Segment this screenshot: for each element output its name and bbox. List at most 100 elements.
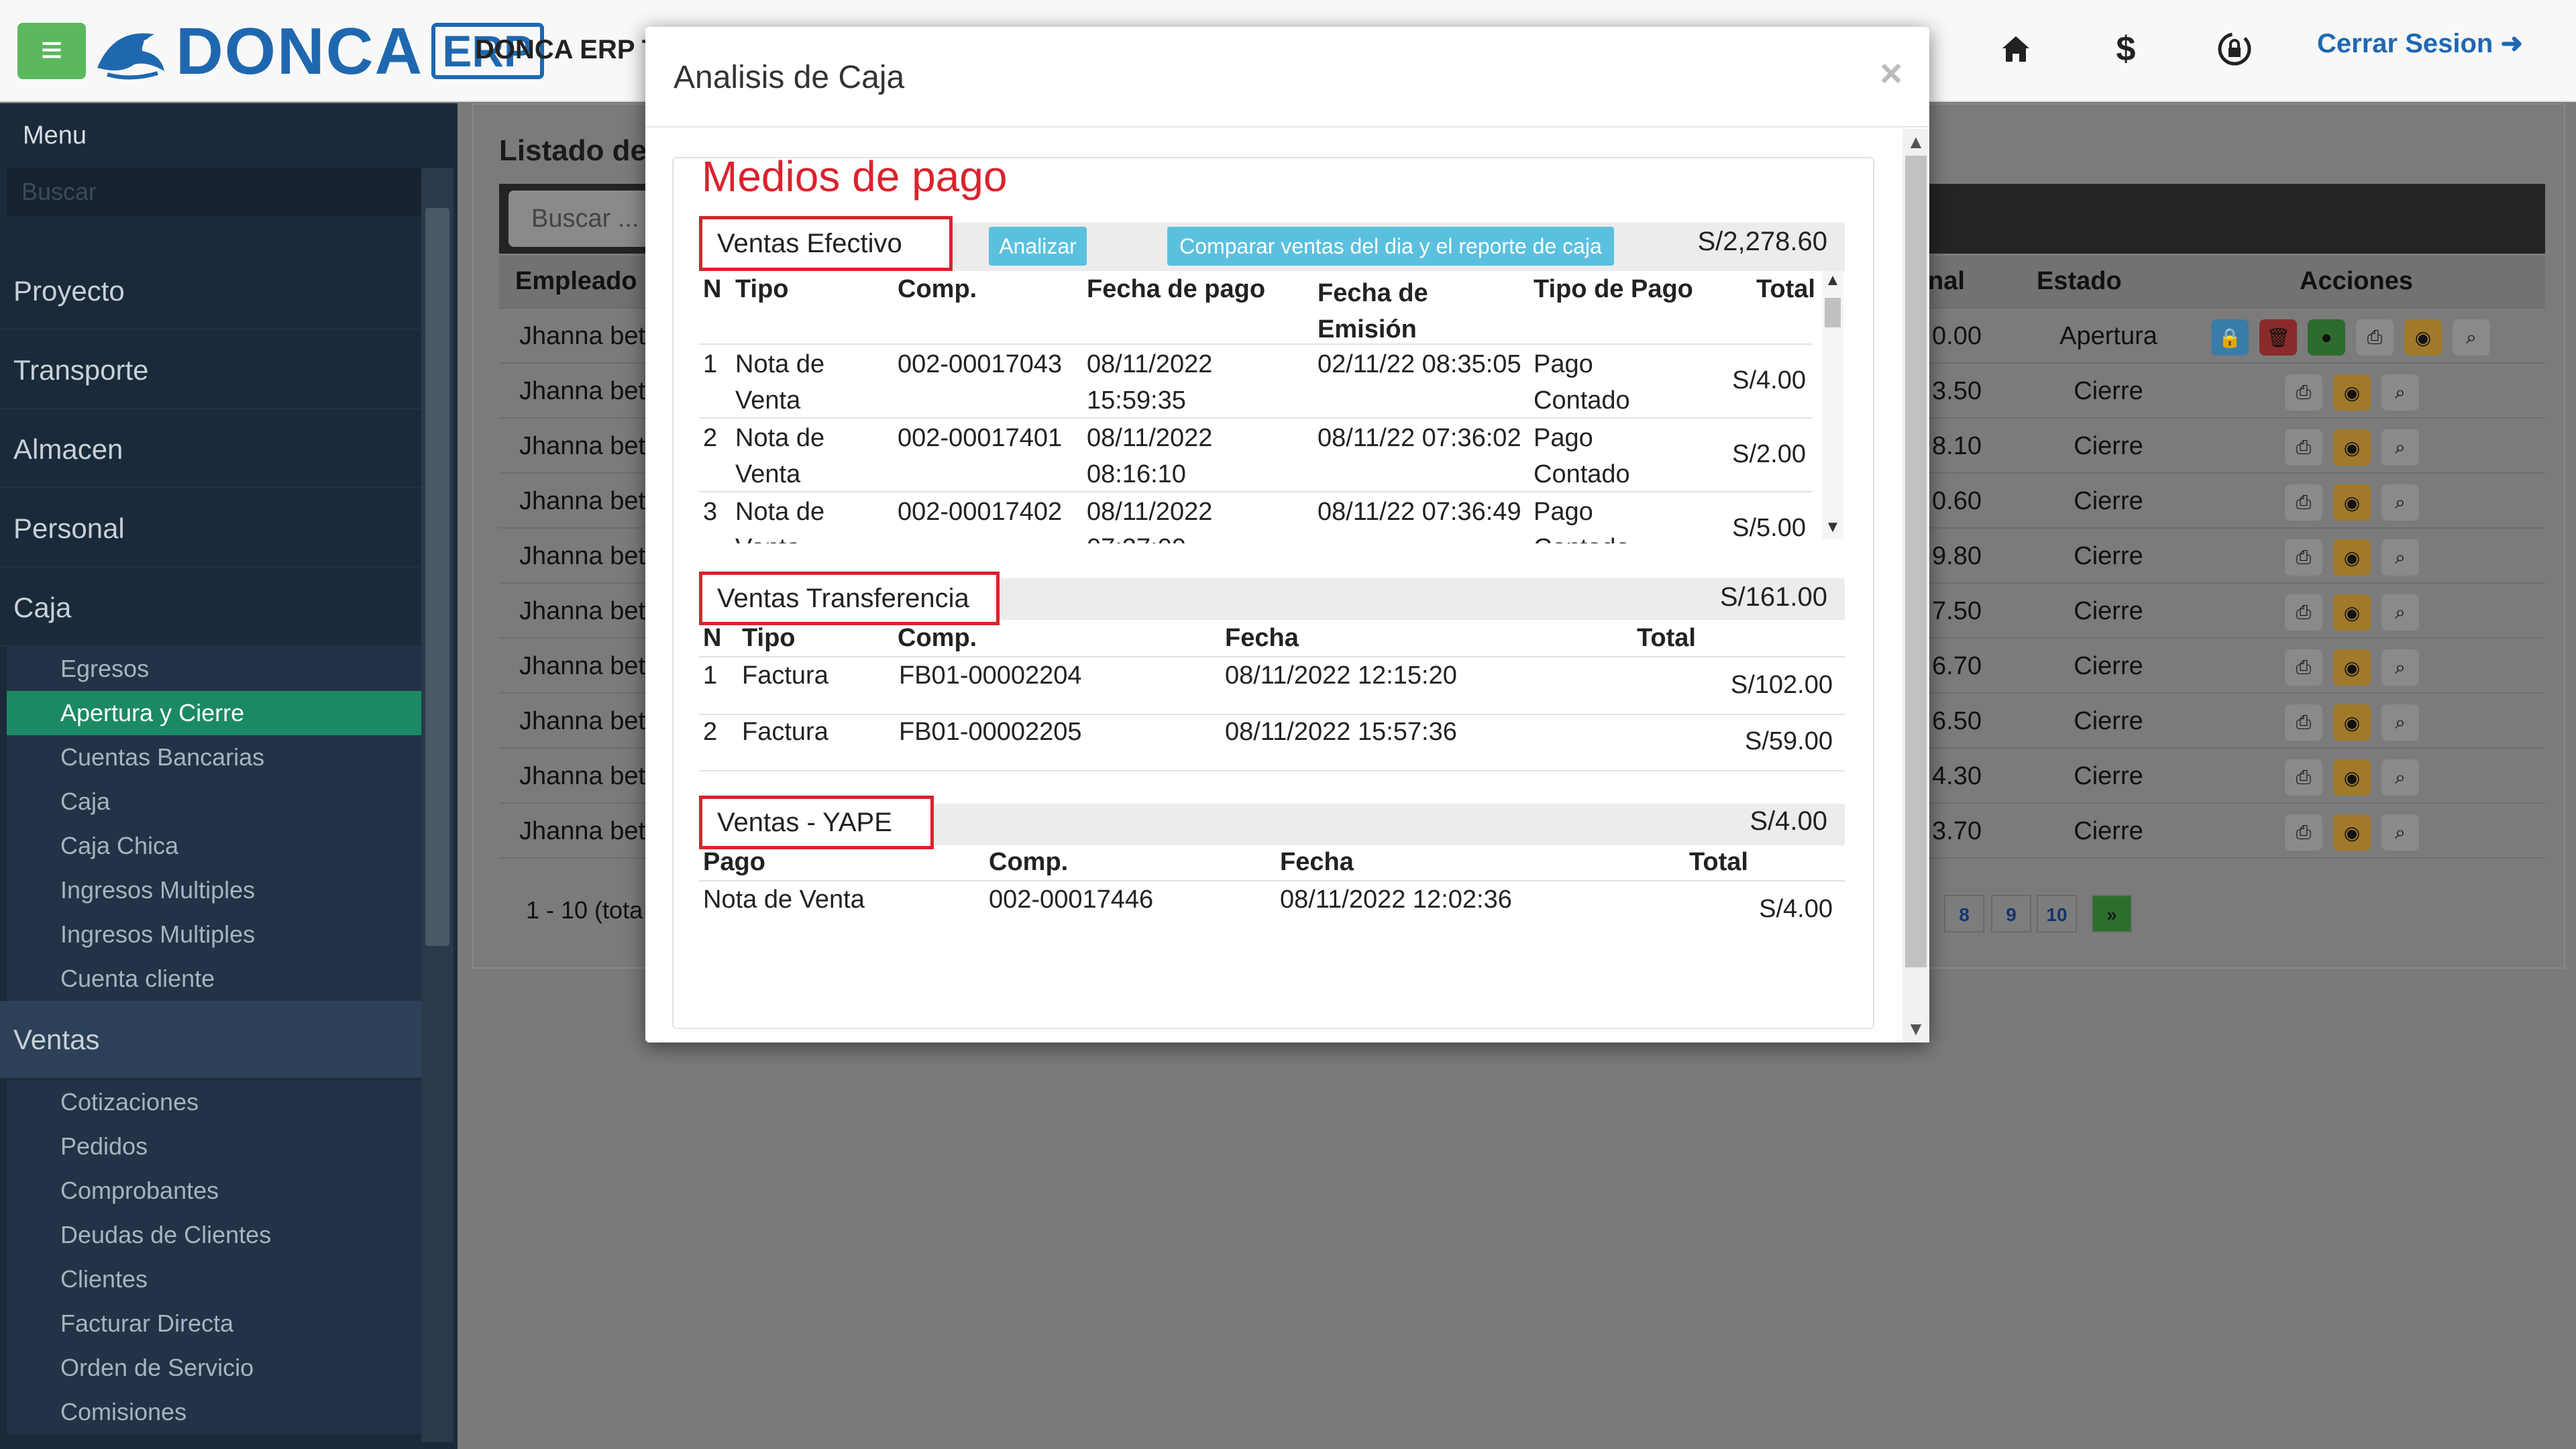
print-icon[interactable]: ⎙ <box>2285 484 2322 521</box>
cell-n: 2 <box>703 424 718 452</box>
sidebar-subitem-cuenta-cliente[interactable]: Cuenta cliente <box>7 957 421 1001</box>
efectivo-scroll-up-icon[interactable]: ▲ <box>1822 271 1843 292</box>
close-icon[interactable]: × <box>1880 51 1902 96</box>
cell-final: 0.60 <box>1932 487 1982 515</box>
yape-th-total: Total <box>1689 848 1748 876</box>
cell-comp: FB01-00002204 <box>899 661 1082 690</box>
search-icon[interactable]: ⌕ <box>2381 759 2419 796</box>
page-next-button[interactable]: » <box>2092 895 2132 932</box>
sidebar-subitem-ingresos-multiples[interactable]: Ingresos Multiples <box>7 868 421 912</box>
menu-toggle-button[interactable]: ≡ <box>17 23 86 79</box>
page-button-10[interactable]: 10 <box>2037 895 2077 932</box>
search-icon[interactable]: ⌕ <box>2381 429 2419 466</box>
page-button-8[interactable]: 8 <box>1944 895 1984 932</box>
eye-icon[interactable]: ◉ <box>2333 374 2371 411</box>
logout-link[interactable]: Cerrar Sesion ➜ <box>2317 28 2523 59</box>
cell-final: 6.70 <box>1932 652 1982 680</box>
sidebar-item-personal[interactable]: Personal <box>0 490 421 568</box>
sidebar-subitem-cuentas-bancarias[interactable]: Cuentas Bancarias <box>7 735 421 780</box>
th-empleado: Empleado <box>515 267 637 295</box>
ventas-yape-label: Ventas - YAPE <box>699 796 934 849</box>
print-icon[interactable]: ⎙ <box>2285 374 2322 411</box>
cell-total: S/5.00 <box>1732 514 1806 542</box>
app-title: DONCA ERP T <box>475 35 659 64</box>
sidebar-subitem-facturar-directa[interactable]: Facturar Directa <box>7 1301 421 1346</box>
sidebar-subitem-apertura-cierre[interactable]: Apertura y Cierre <box>7 691 421 735</box>
sidebar-subitem-ingresos-multiples-2[interactable]: Ingresos Multiples <box>7 912 421 957</box>
dollar-icon[interactable]: $ <box>2102 25 2149 72</box>
sidebar-subitem-egresos[interactable]: Egresos <box>7 647 421 691</box>
pagination-info: 1 - 10 (tota <box>526 896 643 924</box>
cell-pago: Nota de Venta <box>703 885 865 914</box>
home-icon[interactable] <box>1992 25 2039 72</box>
sidebar-subitem-comisiones[interactable]: Comisiones <box>7 1390 421 1434</box>
sidebar-subitem-clientes[interactable]: Clientes <box>7 1257 421 1301</box>
sidebar-subitem-pedidos[interactable]: Pedidos <box>7 1124 421 1169</box>
search-icon[interactable]: ⌕ <box>2381 594 2419 631</box>
sidebar-scrollbar[interactable] <box>421 168 453 1442</box>
cell-final: 0.00 <box>1932 322 1982 350</box>
sidebar-subitem-deudas-clientes[interactable]: Deudas de Clientes <box>7 1213 421 1257</box>
print-icon[interactable]: ⎙ <box>2285 539 2322 576</box>
piggy-bank-icon[interactable]: ● <box>2308 319 2345 356</box>
cell-empleado: Jhanna bet <box>519 707 646 735</box>
print-icon[interactable]: ⎙ <box>2285 594 2322 631</box>
th-estado: Estado <box>2037 267 2122 295</box>
sidebar-item-proyecto[interactable]: Proyecto <box>0 252 421 330</box>
sidebar-subitem-cotizaciones[interactable]: Cotizaciones <box>7 1080 421 1124</box>
sidebar-subitem-comprobantes[interactable]: Comprobantes <box>7 1169 421 1213</box>
sidebar-subitem-caja-chica[interactable]: Caja Chica <box>7 824 421 868</box>
sidebar-search-input[interactable]: Buscar <box>7 168 423 216</box>
sidebar-item-ventas[interactable]: Ventas <box>0 1001 421 1079</box>
search-icon[interactable]: ⌕ <box>2381 649 2419 686</box>
sidebar-item-caja[interactable]: Caja <box>0 569 421 647</box>
cell-tipo-line2: Venta <box>735 386 801 415</box>
scroll-up-icon[interactable]: ▲ <box>1902 129 1929 156</box>
eye-icon[interactable]: ◉ <box>2333 429 2371 466</box>
lock-icon[interactable]: 🔒 <box>2211 319 2249 356</box>
cell-fecha-pago-date: 08/11/2022 <box>1087 424 1213 452</box>
page-button-9[interactable]: 9 <box>1991 895 2031 932</box>
page-title: Listado de <box>499 134 647 167</box>
cell-empleado: Jhanna bet <box>519 652 646 680</box>
print-icon[interactable]: ⎙ <box>2285 649 2322 686</box>
print-icon[interactable]: ⎙ <box>2285 704 2322 741</box>
search-icon[interactable]: ⌕ <box>2381 814 2419 851</box>
comparar-ventas-button[interactable]: Comparar ventas del dia y el reporte de … <box>1167 227 1614 266</box>
sidebar-subitem-caja[interactable]: Caja <box>7 780 421 824</box>
dolphin-logo-icon <box>97 33 164 80</box>
print-icon[interactable]: ⎙ <box>2285 759 2322 796</box>
cell-tipo: Factura <box>742 718 828 746</box>
print-icon[interactable]: ⎙ <box>2356 319 2394 356</box>
search-icon[interactable]: ⌕ <box>2381 539 2419 576</box>
sidebar-item-transporte[interactable]: Transporte <box>0 331 421 409</box>
cell-total: S/102.00 <box>1730 671 1833 699</box>
eye-icon[interactable]: ◉ <box>2333 539 2371 576</box>
print-icon[interactable]: ⎙ <box>2285 429 2322 466</box>
eye-icon[interactable]: ◉ <box>2404 319 2442 356</box>
th-final: nal <box>1928 267 1965 295</box>
efectivo-total: S/2,278.60 <box>1697 227 1828 256</box>
modal-scrollbar[interactable]: ▲ ▼ <box>1902 129 1929 1042</box>
analizar-button[interactable]: Analizar <box>989 227 1087 266</box>
sidebar-item-almacen[interactable]: Almacen <box>0 411 421 488</box>
eye-icon[interactable]: ◉ <box>2333 594 2371 631</box>
search-icon[interactable]: ⌕ <box>2381 374 2419 411</box>
efectivo-scroll-down-icon[interactable]: ▼ <box>1822 518 1843 539</box>
search-icon[interactable]: ⌕ <box>2381 484 2419 521</box>
sidebar-subitem-orden-servicio[interactable]: Orden de Servicio <box>7 1346 421 1390</box>
lock-refresh-icon[interactable] <box>2211 25 2258 72</box>
search-icon[interactable]: ⌕ <box>2381 704 2419 741</box>
search-icon[interactable]: ⌕ <box>2453 319 2490 356</box>
cell-empleado: Jhanna bet <box>519 322 646 350</box>
eye-icon[interactable]: ◉ <box>2333 704 2371 741</box>
efectivo-scrollbar[interactable]: ▲ ▼ <box>1822 271 1843 539</box>
cell-empleado: Jhanna bet <box>519 487 646 515</box>
print-icon[interactable]: ⎙ <box>2285 814 2322 851</box>
eye-icon[interactable]: ◉ <box>2333 814 2371 851</box>
eye-icon[interactable]: ◉ <box>2333 649 2371 686</box>
eye-icon[interactable]: ◉ <box>2333 484 2371 521</box>
scroll-down-icon[interactable]: ▼ <box>1902 1016 1929 1042</box>
trash-icon[interactable]: 🗑 <box>2259 319 2297 356</box>
eye-icon[interactable]: ◉ <box>2333 759 2371 796</box>
